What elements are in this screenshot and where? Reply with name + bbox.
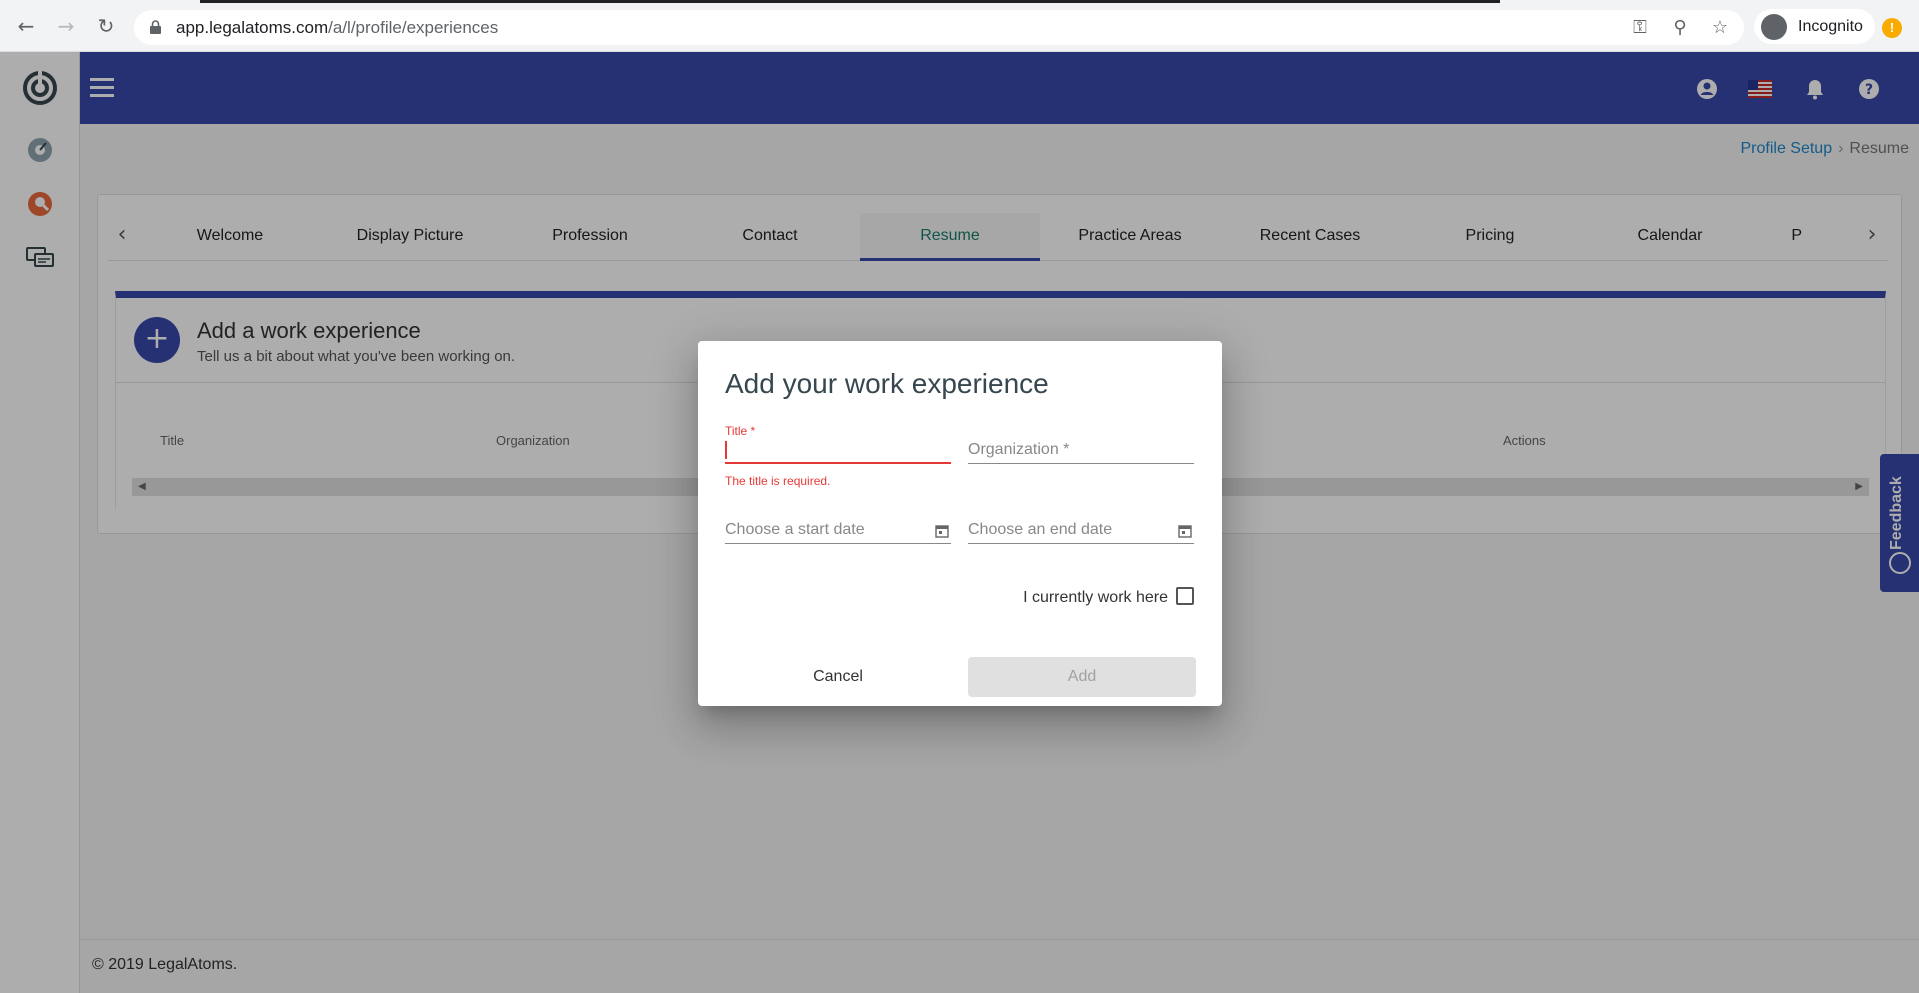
organization-placeholder: Organization * (968, 441, 1070, 458)
incognito-label: Incognito (1798, 18, 1863, 35)
title-field[interactable]: Title * The title is required. (725, 424, 951, 488)
end-date-field[interactable]: Choose an end date (968, 521, 1194, 555)
key-icon[interactable]: ⚿ (1630, 18, 1650, 38)
start-date-placeholder: Choose a start date (725, 521, 865, 538)
incognito-profile-button[interactable]: Incognito (1754, 9, 1875, 44)
end-date-underline (968, 543, 1194, 544)
lock-icon (150, 20, 161, 34)
dialog-title: Add your work experience (725, 368, 1049, 399)
title-field-label: Title * (725, 424, 756, 438)
calendar-icon[interactable] (1178, 524, 1192, 538)
current-job-label[interactable]: I currently work here (1023, 589, 1168, 607)
add-button[interactable]: Add (968, 657, 1196, 697)
reload-icon[interactable]: ↻ (94, 14, 118, 38)
organization-field[interactable]: Organization * (968, 424, 1194, 464)
add-experience-dialog: Add your work experience Title * The tit… (698, 341, 1222, 706)
start-date-field[interactable]: Choose a start date (725, 521, 951, 555)
start-date-underline (725, 543, 951, 544)
browser-alert-icon[interactable]: ! (1882, 18, 1902, 38)
organization-underline (968, 463, 1194, 464)
zoom-icon[interactable]: ⚲ (1670, 18, 1690, 38)
url-host: app.legalatoms.com (176, 18, 329, 37)
address-bar[interactable]: app.legalatoms.com/a/l/profile/experienc… (134, 10, 1744, 45)
browser-toolbar: ← → ↻ app.legalatoms.com/a/l/profile/exp… (0, 0, 1919, 52)
title-error: The title is required. (725, 474, 831, 488)
end-date-placeholder: Choose an end date (968, 521, 1113, 538)
text-caret (725, 441, 727, 459)
url-text: app.legalatoms.com/a/l/profile/experienc… (176, 18, 498, 38)
incognito-icon (1761, 14, 1787, 40)
back-icon[interactable]: ← (14, 14, 38, 38)
calendar-icon[interactable] (935, 524, 949, 538)
current-job-checkbox[interactable] (1176, 587, 1194, 605)
forward-icon[interactable]: → (54, 14, 78, 38)
star-icon[interactable]: ☆ (1710, 18, 1730, 38)
title-underline (725, 462, 951, 464)
cancel-button[interactable]: Cancel (725, 657, 951, 697)
url-path: /a/l/profile/experiences (328, 18, 499, 37)
tab-strip-edge (200, 0, 1500, 3)
